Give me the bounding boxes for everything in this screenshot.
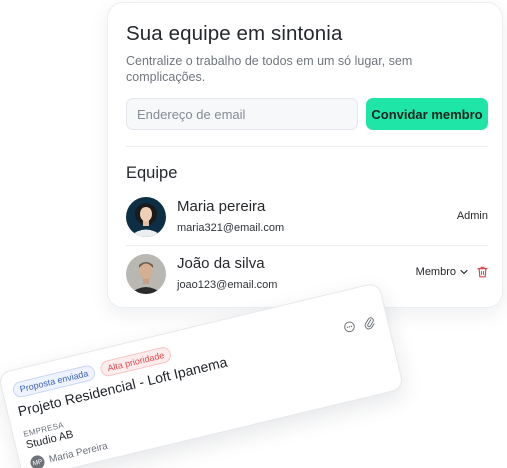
project-card[interactable]: Proposta enviada Alta prioridade Projeto… bbox=[0, 281, 405, 468]
avatar bbox=[126, 197, 166, 237]
invite-member-button[interactable]: Convidar membro bbox=[366, 98, 488, 130]
divider bbox=[126, 146, 488, 147]
role-dropdown[interactable]: Membro bbox=[416, 266, 468, 278]
team-card: Sua equipe em sintonia Centralize o trab… bbox=[107, 2, 503, 308]
member-row: João da silva joao123@email.com Membro bbox=[126, 254, 488, 296]
member-row: Maria pereira maria321@email.com Admin bbox=[126, 197, 488, 239]
member-role: Membro bbox=[415, 266, 456, 278]
card-title: Sua equipe em sintonia bbox=[126, 22, 343, 45]
chevron-down-icon bbox=[460, 269, 468, 275]
member-email: maria321@email.com bbox=[177, 222, 285, 234]
member-email: joao123@email.com bbox=[177, 279, 278, 291]
email-input[interactable] bbox=[126, 98, 358, 130]
paperclip-icon[interactable] bbox=[362, 315, 377, 330]
chat-icon[interactable] bbox=[342, 320, 356, 334]
avatar: MP bbox=[29, 453, 46, 468]
avatar bbox=[126, 254, 166, 294]
stage: Sua equipe em sintonia Centralize o trab… bbox=[0, 0, 507, 468]
member-name: Maria pereira bbox=[177, 198, 266, 215]
card-actions bbox=[342, 315, 376, 335]
team-section-title: Equipe bbox=[126, 164, 178, 182]
card-subtitle: Centralize o trabalho de todos em um só … bbox=[126, 54, 413, 84]
member-name: João da silva bbox=[177, 255, 265, 272]
member-role: Admin bbox=[456, 210, 488, 222]
trash-icon[interactable] bbox=[477, 265, 488, 283]
divider bbox=[126, 245, 488, 246]
